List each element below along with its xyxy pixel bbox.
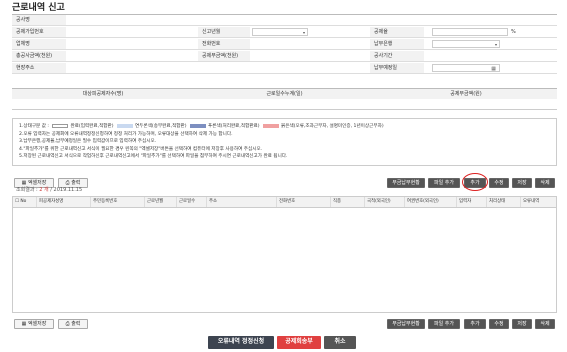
chevron-down-icon: ▾	[302, 30, 305, 35]
save-button[interactable]: 저장	[512, 178, 532, 188]
delete-button[interactable]: 삭제	[535, 178, 555, 188]
grid-header: ☐ No 피공제자성명 주민등록번호 근로년월 근로일수 주소 전화번호 직종 …	[13, 197, 556, 208]
notes-line-4: 4."파일추가"를 위한 근로내역신고 서식이 필요한 경우 왼쪽의 "엑셀저장…	[19, 146, 263, 152]
site-address-label: 현장주소	[12, 63, 66, 73]
grid-col-phone[interactable]: 전화번호	[277, 197, 331, 207]
legend-swatch-red	[263, 123, 280, 128]
summary-header-workdays: 근로일수누계(일)	[194, 89, 375, 99]
edit-button-bottom[interactable]: 수정	[489, 319, 509, 329]
highlight-circle	[462, 173, 488, 191]
grid-col-passport[interactable]: 여권번호(외국인)	[405, 197, 457, 207]
company-name-label: 업체명	[12, 39, 66, 49]
summary-table: 대상피공제자수(명) 근로일수누계(일) 공제부금액(원)	[12, 88, 557, 110]
form-row-4: 총공사금액(천원) 공제부금액(천원) 공사기간	[12, 51, 557, 62]
summary-header-amount: 공제부금액(원)	[375, 89, 557, 99]
grid-col-work-month[interactable]: 근로년월	[145, 197, 177, 207]
page-title: 근로내역 신고	[12, 3, 65, 13]
add-button-bottom[interactable]: 추가	[464, 319, 486, 329]
notes-line-2: 2.오류 입력자는 공제회에 오류내역정정신청하여 정정 처리가 가능하며, 오…	[19, 131, 233, 137]
grid-col-name[interactable]: 피공제자성명	[37, 197, 91, 207]
legend-swatch-blue	[190, 123, 207, 128]
report-month-label: 신고년월	[198, 27, 250, 37]
grid-col-errors[interactable]: 오류내역	[521, 197, 556, 207]
grid-col-job[interactable]: 직종	[331, 197, 365, 207]
report-month-select[interactable]: ▾	[252, 28, 308, 36]
construction-period-label: 공사기간	[370, 51, 424, 61]
grid-col-address[interactable]: 주소	[207, 197, 277, 207]
error-correction-request-button[interactable]: 오류내역 정정신청	[208, 336, 274, 349]
send-to-association-button[interactable]: 공제회송부	[277, 336, 321, 349]
grid-col-no[interactable]: ☐ No	[13, 197, 37, 207]
payment-bank-select[interactable]: ▾	[432, 40, 500, 48]
notes-line-5: 5.저장된 근로내역신고 서식으로 작업하신후 근로내역신고에서 "파일추가"를…	[19, 154, 288, 159]
grid-col-work-days[interactable]: 근로일수	[177, 197, 207, 207]
payment-due-date-label: 납부예정일	[370, 63, 424, 73]
result-count: 조회결과 : 2 개 / 2019.11.15	[16, 187, 83, 193]
phone-label: 전화번호	[198, 39, 250, 49]
membership-number-label: 공제가입번호	[12, 27, 66, 37]
excel-save-button-bottom[interactable]: ▦ 엑셀저장	[14, 319, 54, 329]
grid-col-status[interactable]: 처리상태	[487, 197, 521, 207]
chevron-down-icon: ▾	[494, 42, 497, 47]
payment-status-button-bottom[interactable]: 부금납부현황	[387, 319, 425, 329]
legend-swatch-white	[52, 123, 69, 128]
grid-col-resident-number[interactable]: 주민등록번호	[91, 197, 145, 207]
deduction-rate-label: 공제율	[370, 27, 424, 37]
payment-bank-label: 납부은행	[370, 39, 424, 49]
worker-grid: ☐ No 피공제자성명 주민등록번호 근로년월 근로일수 주소 전화번호 직종 …	[12, 196, 557, 313]
total-construction-amount-label: 총공사금액(천원)	[12, 51, 66, 61]
form-row-3: 업체명 전화번호 납부은행 ▾	[12, 39, 557, 50]
form-row-2: 공제가입번호 신고년월 ▾ 공제율 %	[12, 27, 557, 38]
notes-box: 1.상태구분 값 : 완료(입력완료,적합판) 연두론색(송부완료,적합판) 푸…	[12, 118, 557, 166]
payment-status-button[interactable]: 부금납부현황	[387, 178, 425, 188]
cancel-button[interactable]: 취소	[324, 336, 356, 349]
summary-header-workers: 대상피공제자수(명)	[12, 89, 194, 99]
notes-line-3: 3.납부은행,공제율,납부예정일은 필수 입력값이므로 입력하여 주십시오.	[19, 139, 157, 144]
legend-swatch-lightblue	[117, 123, 134, 128]
payment-due-date-input[interactable]: ▦	[432, 64, 500, 72]
edit-button[interactable]: 수정	[489, 178, 509, 188]
print-button-bottom[interactable]: ⎙ 출력	[58, 319, 88, 329]
file-add-button-bottom[interactable]: 파일 추가	[428, 319, 460, 329]
deduction-amount-label: 공제부금액(천원)	[198, 51, 250, 61]
grid-col-nationality[interactable]: 국적(외국인)	[365, 197, 405, 207]
percent-unit: %	[511, 29, 516, 35]
delete-button-bottom[interactable]: 삭제	[535, 319, 555, 329]
form-row-1: 공사명	[12, 15, 557, 26]
notes-line-1: 1.상태구분 값 : 완료(입력완료,적합판) 연두론색(송부완료,적합판) 푸…	[19, 123, 384, 129]
form-row-5: 현장주소 납부예정일 ▦	[12, 63, 557, 74]
project-name-label: 공사명	[12, 15, 66, 25]
report-form: 공사명 공제가입번호 신고년월 ▾ 공제율 % 업체명 전화번호 납부은행 ▾ …	[12, 14, 557, 84]
calendar-icon[interactable]: ▦	[491, 66, 496, 72]
save-button-bottom[interactable]: 저장	[512, 319, 532, 329]
file-add-button[interactable]: 파일 추가	[428, 178, 460, 188]
grid-col-inputter[interactable]: 입력자	[457, 197, 487, 207]
deduction-rate-input[interactable]	[432, 28, 508, 36]
